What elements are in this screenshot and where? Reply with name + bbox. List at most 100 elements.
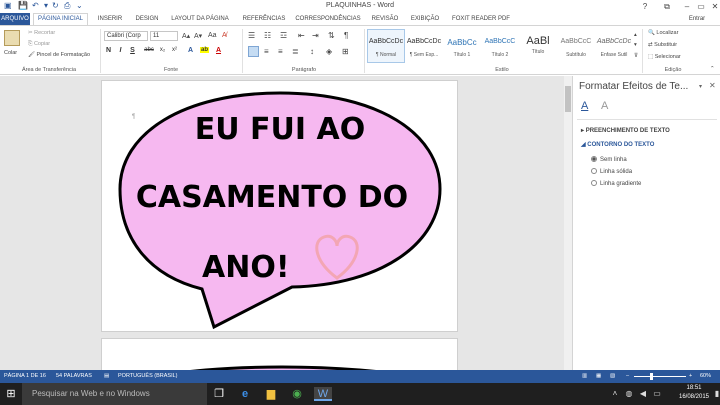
pane-close-icon[interactable]: ✕ <box>709 81 716 90</box>
speech-bubble[interactable]: EU FUI AO CASAMENTO DO ANO! <box>102 81 459 333</box>
help-button[interactable]: ? <box>634 0 656 13</box>
underline-button[interactable]: S <box>128 47 137 54</box>
style-normal[interactable]: AaBbCcDc ¶ Normal <box>367 29 405 63</box>
styles-scroll-down-icon[interactable]: ▾ <box>634 42 637 48</box>
shrink-font-icon[interactable]: A▾ <box>194 32 202 40</box>
undo-icon[interactable]: ↶ <box>32 1 39 10</box>
zoom-in-icon[interactable]: + <box>689 373 692 379</box>
tab-mailings[interactable]: CORRESPONDÊNCIAS <box>294 14 362 25</box>
justify-icon[interactable]: ≣ <box>292 47 299 56</box>
zoom-slider-thumb[interactable] <box>650 373 653 380</box>
numbering-icon[interactable]: ☷ <box>264 31 271 40</box>
volume-icon[interactable]: ◀ <box>636 387 650 401</box>
tab-review[interactable]: REVISÃO <box>370 14 400 25</box>
notifications-icon[interactable]: ▮ <box>710 387 720 401</box>
text-fill-outline-icon[interactable]: A <box>581 100 588 112</box>
copy-button[interactable]: ⎘ Copiar <box>28 41 50 48</box>
font-color-icon[interactable]: A <box>214 47 223 54</box>
align-left-icon[interactable] <box>248 46 259 57</box>
styles-more-icon[interactable]: ⊽ <box>634 53 638 59</box>
tab-references[interactable]: REFERÊNCIAS <box>240 14 288 25</box>
styles-scroll-up-icon[interactable]: ▴ <box>634 32 637 38</box>
read-mode-icon[interactable]: ▥ <box>582 373 587 379</box>
replace-button[interactable]: ⇄ Substituir <box>648 42 677 48</box>
bullets-icon[interactable]: ☰ <box>248 31 255 40</box>
text-effects-icon[interactable]: A <box>601 100 608 112</box>
tab-home[interactable]: PÁGINA INICIAL <box>33 13 88 25</box>
style-heading-1[interactable]: AaBbCc Título 1 <box>443 29 481 63</box>
solid-line-option[interactable]: Linha sólida <box>591 168 632 175</box>
tab-file[interactable]: ARQUIVO <box>0 13 30 25</box>
style-subtle-emphasis[interactable]: AaBbCcDc Ênfase Sutil <box>595 29 633 63</box>
task-view-icon[interactable]: ❐ <box>212 387 226 401</box>
decrease-indent-icon[interactable]: ⇤ <box>298 31 305 40</box>
increase-indent-icon[interactable]: ⇥ <box>312 31 319 40</box>
italic-button[interactable]: I <box>116 47 125 54</box>
gradient-line-option[interactable]: Linha gradiente <box>591 180 641 187</box>
save-icon[interactable]: 💾 <box>18 1 28 10</box>
proofing-icon[interactable]: ▤ <box>104 373 109 379</box>
print-layout-icon[interactable]: ▦ <box>596 373 601 379</box>
tab-foxit[interactable]: FOXIT READER PDF <box>450 14 512 25</box>
shading-icon[interactable]: ◈ <box>326 47 332 56</box>
no-line-option[interactable]: Sem linha <box>591 156 627 163</box>
clear-format-icon[interactable]: A̸ <box>222 32 227 39</box>
text-effects-icon[interactable]: A <box>186 47 195 54</box>
grow-font-icon[interactable]: A▴ <box>182 32 190 40</box>
page-1[interactable]: ¶ EU FUI AO CASAMENTO DO ANO! <box>101 80 458 332</box>
font-name-box[interactable]: Calibri (Corp <box>104 31 148 41</box>
tab-design[interactable]: DESIGN <box>132 14 162 25</box>
style-no-spacing[interactable]: AaBbCcDc ¶ Sem Esp... <box>405 29 443 63</box>
tab-insert[interactable]: INSERIR <box>94 14 126 25</box>
sort-icon[interactable]: ⇅ <box>328 31 335 40</box>
scrollbar-thumb[interactable] <box>565 86 571 112</box>
ribbon-display-button[interactable]: ⧉ <box>656 0 678 13</box>
style-heading-2[interactable]: AaBbCcC Título 2 <box>481 29 519 63</box>
strikethrough-button[interactable]: abc <box>142 47 156 53</box>
change-case-icon[interactable]: Aa <box>208 32 217 39</box>
windows-start-icon[interactable]: ⊞ <box>4 387 18 401</box>
style-subtitle[interactable]: AaBbCcC Subtítulo <box>557 29 595 63</box>
zoom-out-icon[interactable]: – <box>626 373 629 379</box>
text-outline-section[interactable]: ◢ CONTORNO DO TEXTO <box>581 141 654 148</box>
word-count[interactable]: 54 PALAVRAS <box>56 373 92 379</box>
collapse-ribbon-icon[interactable]: ⌃ <box>710 66 715 72</box>
find-button[interactable]: 🔍 Localizar <box>648 30 678 36</box>
dropdown-icon[interactable]: ▾ <box>44 1 48 10</box>
borders-icon[interactable]: ⊞ <box>342 47 349 56</box>
sign-in-link[interactable]: Entrar <box>682 14 712 25</box>
web-layout-icon[interactable]: ▧ <box>610 373 615 379</box>
close-button[interactable]: ✕ <box>704 0 720 13</box>
clock-date[interactable]: 16/08/2015 <box>676 394 712 400</box>
paste-icon[interactable] <box>4 30 20 46</box>
subscript-button[interactable]: x₂ <box>158 47 167 53</box>
page-2[interactable] <box>101 338 458 370</box>
vertical-scrollbar[interactable] <box>564 76 572 370</box>
superscript-button[interactable]: x² <box>170 47 179 53</box>
style-title[interactable]: AaBl Título <box>519 29 557 63</box>
select-button[interactable]: ⬚ Selecionar <box>648 54 681 60</box>
battery-icon[interactable]: ▭ <box>650 387 664 401</box>
text-fill-section[interactable]: ▸ PREENCHIMENTO DE TEXTO <box>581 127 670 134</box>
align-center-icon[interactable]: ≡ <box>264 47 269 56</box>
customize-qat-icon[interactable]: ⌄ <box>76 1 83 10</box>
zoom-level[interactable]: 60% <box>700 373 711 379</box>
print-preview-icon[interactable]: ⎙ <box>64 1 70 11</box>
page-count[interactable]: PÁGINA 1 DE 16 <box>4 373 46 379</box>
file-explorer-icon[interactable]: ▆ <box>264 387 278 401</box>
redo-icon[interactable]: ↻ <box>52 1 59 10</box>
format-painter-button[interactable]: 🖌 Pincel de Formatação <box>28 52 90 58</box>
cut-button[interactable]: ✂ Recortar <box>28 30 55 36</box>
highlight-icon[interactable]: ab <box>200 47 209 53</box>
align-right-icon[interactable]: ≡ <box>278 47 283 56</box>
pane-options-icon[interactable]: ▾ <box>699 83 702 90</box>
edge-browser-icon[interactable]: e <box>238 387 252 401</box>
network-icon[interactable]: ◍ <box>622 387 636 401</box>
line-spacing-icon[interactable]: ↕ <box>310 47 314 56</box>
tab-page-layout[interactable]: LAYOUT DA PÁGINA <box>168 14 232 25</box>
font-size-box[interactable]: 11 <box>150 31 178 41</box>
tray-up-icon[interactable]: ˄ <box>608 387 622 401</box>
chrome-icon[interactable]: ◉ <box>290 387 304 401</box>
tab-view[interactable]: EXIBIÇÃO <box>408 14 442 25</box>
zoom-slider[interactable] <box>634 376 686 377</box>
